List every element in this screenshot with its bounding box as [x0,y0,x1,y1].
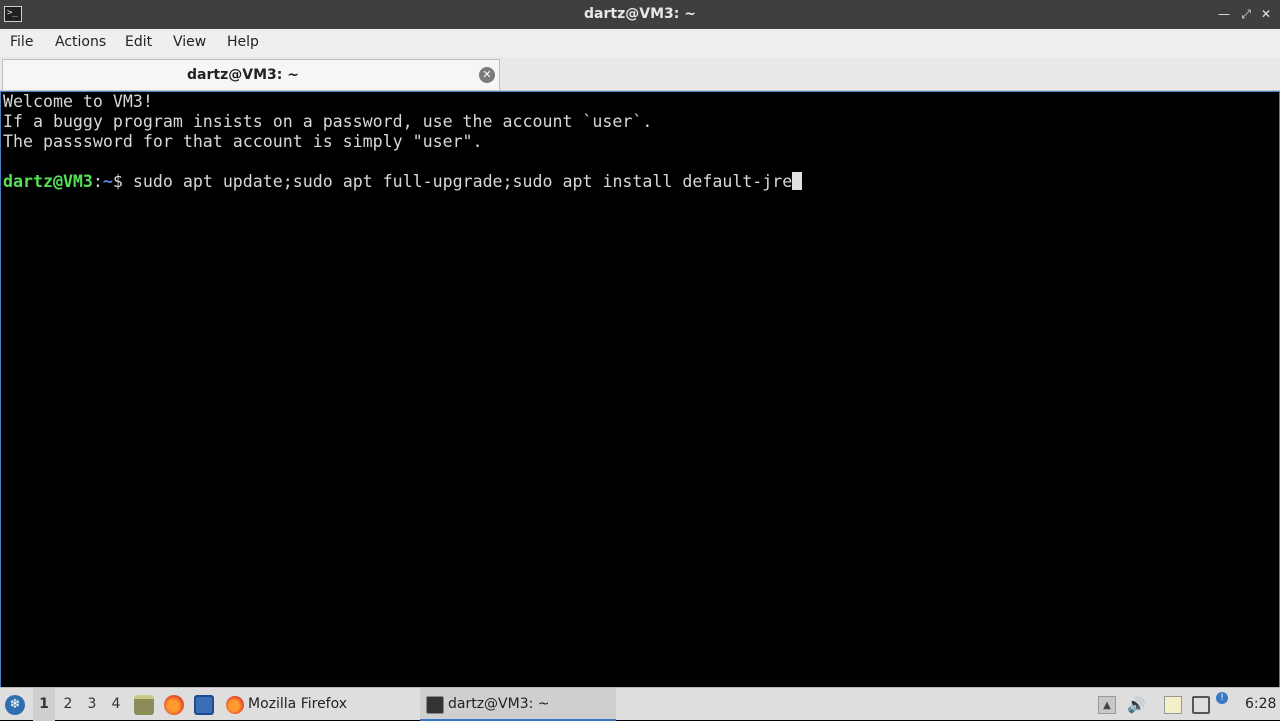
close-circle-icon[interactable]: ✕ [479,67,495,83]
task-label: dartz@VM3: ~ [448,696,550,712]
prompt-user: dartz@VM3 [3,172,93,191]
close-icon[interactable]: ✕ [1256,4,1276,24]
upload-icon[interactable]: ▲ [1098,696,1116,714]
title-bar[interactable]: >_ dartz@VM3: ~ — ⤢ ✕ [0,0,1280,29]
taskbar: ❄ 1 2 3 4 Mozilla Firefox dartz@VM3: ~ ▲… [0,687,1280,721]
desktop-4[interactable]: 4 [105,688,127,721]
menu-file[interactable]: File [10,34,33,50]
clock[interactable]: 6:28 [1245,688,1276,721]
volume-icon[interactable]: 🔊 [1127,696,1146,714]
task-label: Mozilla Firefox [248,696,348,712]
tab-terminal[interactable]: dartz@VM3: ~ ✕ [2,59,500,90]
clipboard-icon[interactable] [1164,696,1182,714]
file-manager-icon[interactable] [134,695,154,715]
lxqt-menu-icon[interactable]: ❄ [5,695,25,715]
menu-edit[interactable]: Edit [125,34,152,50]
firefox-icon [226,696,244,714]
prompt-symbol: $ [112,172,133,191]
terminal-icon [426,696,444,714]
minimize-icon[interactable]: — [1214,4,1234,24]
update-notifier-icon[interactable]: ! [1216,692,1228,704]
prompt-line: dartz@VM3:~$ sudo apt update;sudo apt fu… [3,172,803,192]
command-input[interactable]: sudo apt update;sudo apt full-upgrade;su… [133,172,792,191]
task-firefox[interactable]: Mozilla Firefox [220,688,416,721]
firefox-icon[interactable] [164,695,184,715]
network-icon[interactable] [1192,696,1210,714]
prompt-colon: : [92,172,103,191]
menu-actions[interactable]: Actions [55,34,106,50]
terminal-line: If a buggy program insists on a password… [3,112,653,131]
menu-view[interactable]: View [173,34,206,50]
desktop-1[interactable]: 1 [33,688,55,721]
terminal-output[interactable]: Welcome to VM3! If a buggy program insis… [0,91,1280,687]
tab-bar: dartz@VM3: ~ ✕ [0,57,1280,91]
task-terminal[interactable]: dartz@VM3: ~ [420,688,616,721]
show-desktop-icon[interactable] [194,695,214,715]
menu-help[interactable]: Help [227,34,259,50]
terminal-line: The passsword for that account is simply… [3,132,483,151]
desktop-3[interactable]: 3 [81,688,103,721]
tab-label: dartz@VM3: ~ [187,67,299,83]
menu-bar: File Actions Edit View Help [0,29,1280,57]
prompt-path: ~ [102,172,113,191]
restore-icon[interactable]: ⤢ [1236,4,1256,24]
window-title: dartz@VM3: ~ [584,6,696,22]
text-cursor [792,172,803,190]
desktop-2[interactable]: 2 [57,688,79,721]
terminal-line: Welcome to VM3! [3,92,153,111]
